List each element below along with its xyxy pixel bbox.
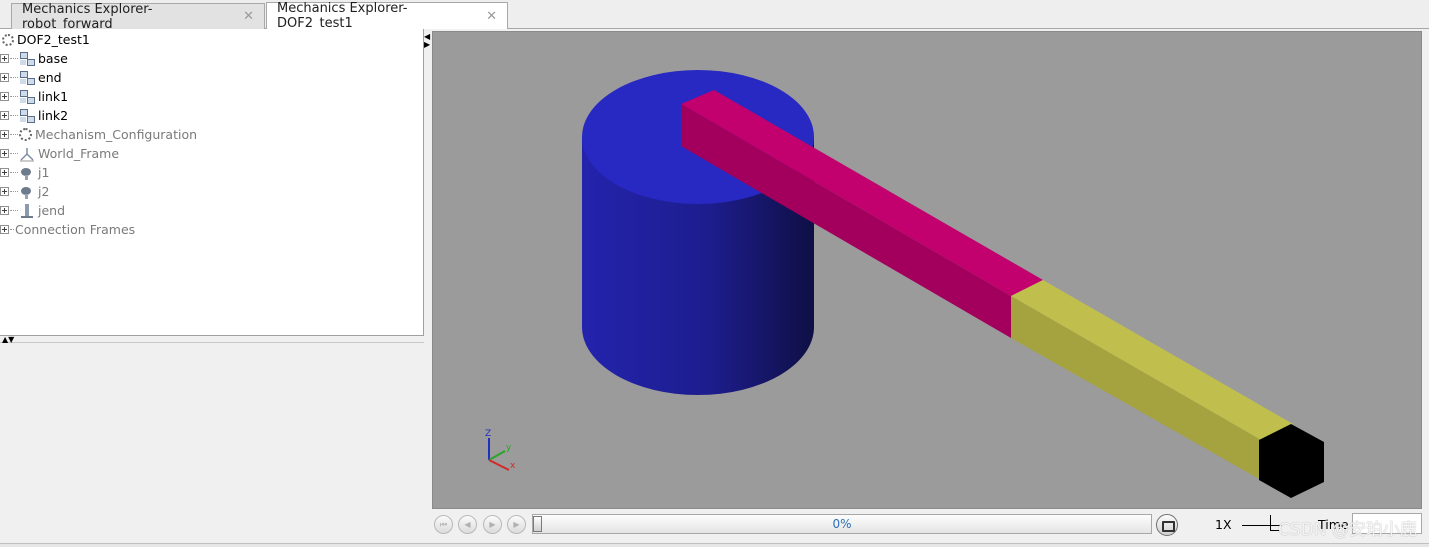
expand-icon[interactable] (0, 187, 9, 196)
world-frame-icon (19, 146, 35, 162)
tree-item-link1[interactable]: link1 (0, 87, 68, 106)
tree-item-base[interactable]: base (0, 49, 68, 68)
expand-icon[interactable] (0, 130, 9, 139)
tab-dof2-test1[interactable]: Mechanics Explorer-DOF2_test1 ✕ (266, 1, 508, 31)
axis-triad: Z y x (485, 429, 516, 471)
close-icon[interactable]: ✕ (486, 9, 497, 24)
expand-icon[interactable] (0, 111, 9, 120)
frame-icon (19, 70, 35, 86)
weld-icon (19, 203, 35, 219)
model-tree: DOF2_test1 base end link1 link2 Mechanis… (0, 29, 424, 336)
progress-bar[interactable]: 0% (532, 514, 1152, 534)
properties-pane (0, 343, 424, 543)
tree-item-connection-frames[interactable]: Connection Frames (0, 220, 135, 239)
expand-icon[interactable] (0, 225, 9, 234)
loop-toggle-button[interactable] (1156, 514, 1178, 536)
tree-item-label: Mechanism_Configuration (35, 127, 198, 142)
progress-text: 0% (832, 517, 852, 531)
tree-item-mechanism-configuration[interactable]: Mechanism_Configuration (0, 125, 197, 144)
tree-item-label: Connection Frames (15, 222, 136, 237)
expand-icon[interactable] (0, 149, 9, 158)
frame-icon (19, 89, 35, 105)
tab-robot-forward[interactable]: Mechanics Explorer-robot_forward ✕ (11, 1, 265, 32)
expand-icon[interactable] (0, 73, 9, 82)
axis-label-x: x (510, 461, 516, 471)
tab-bar: Mechanics Explorer-robot_forward ✕ Mecha… (0, 0, 1429, 32)
tree-item-label: link1 (38, 89, 69, 104)
scene-canvas: Z y x (485, 70, 1324, 498)
tree-item-label: j2 (38, 184, 50, 199)
speed-slider[interactable] (1242, 525, 1282, 526)
tab-label: Mechanics Explorer-robot_forward (22, 1, 153, 32)
speed-label: 1X (1215, 517, 1232, 532)
tree-item-j1[interactable]: j1 (0, 163, 49, 182)
joint-icon (19, 184, 35, 200)
tree-item-label: jend (38, 203, 66, 218)
status-edge (0, 543, 1429, 547)
expand-icon[interactable] (0, 168, 9, 177)
collapse-panel-icon[interactable]: ◀ ▶ (424, 33, 430, 49)
step-back-icon[interactable]: ◀ (458, 515, 477, 534)
tree-item-link2[interactable]: link2 (0, 106, 68, 125)
play-icon[interactable]: ▶ (483, 515, 502, 534)
tree-item-label: World_Frame (38, 146, 120, 161)
tree-root-label: DOF2_test1 (17, 32, 90, 47)
step-forward-icon[interactable]: ▶ (507, 515, 526, 534)
frame-icon (19, 51, 35, 67)
expand-icon[interactable] (0, 92, 9, 101)
pane-splitter[interactable]: ▲▼ (0, 336, 424, 344)
close-icon[interactable]: ✕ (243, 9, 254, 24)
tree-item-label: end (38, 70, 62, 85)
splitter-arrows-icon[interactable]: ▲▼ (2, 336, 14, 344)
tree-root[interactable]: DOF2_test1 (0, 30, 90, 49)
tree-item-label: j1 (38, 165, 50, 180)
axis-label-z: Z (485, 429, 491, 439)
axis-label-y: y (506, 443, 512, 453)
tree-item-j2[interactable]: j2 (0, 182, 49, 201)
frame-icon (19, 108, 35, 124)
tree-item-jend[interactable]: jend (0, 201, 65, 220)
expand-icon[interactable] (0, 206, 9, 215)
tab-label: Mechanics Explorer-DOF2_test1 (277, 1, 408, 31)
speed-slider-handle[interactable] (1270, 515, 1271, 531)
expand-icon[interactable] (0, 54, 9, 63)
tree-item-label: link2 (38, 108, 69, 123)
tree-item-end[interactable]: end (0, 68, 62, 87)
model-icon (2, 33, 14, 46)
tree-item-world-frame[interactable]: World_Frame (0, 144, 119, 163)
playback-controls: ⏮ ◀ ▶ ▶ 0% 1X Time (432, 510, 1424, 540)
mechanism-icon (19, 128, 32, 141)
skip-to-start-icon[interactable]: ⏮ (434, 515, 453, 534)
joint-icon (19, 165, 35, 181)
watermark: CSDN @安珀小鹿 (1278, 520, 1417, 540)
3d-viewport[interactable]: Z y x (432, 31, 1422, 509)
tree-item-label: base (38, 51, 68, 66)
